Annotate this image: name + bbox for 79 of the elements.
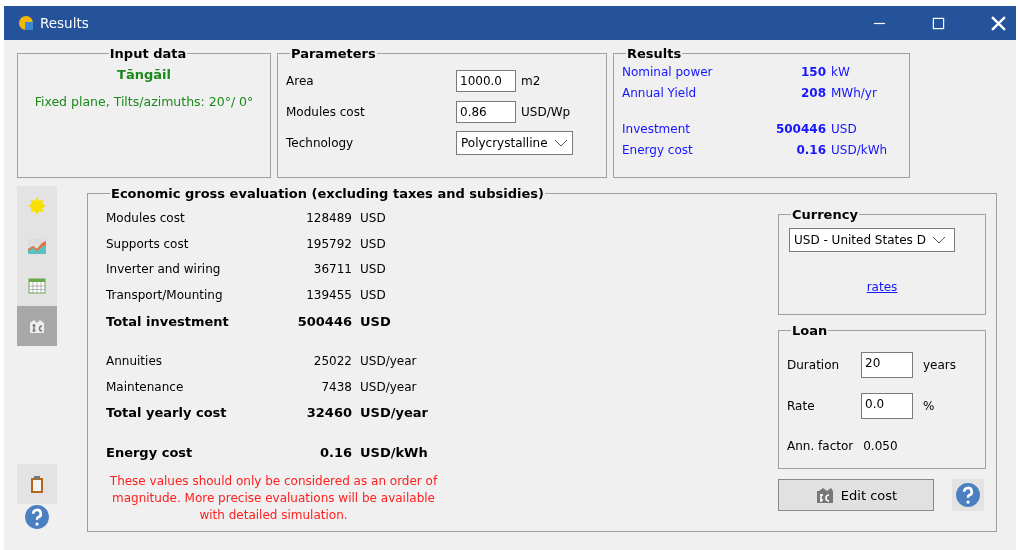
close-icon[interactable]: [991, 15, 1006, 31]
warning-text: These values should only be considered as an order of magnitude. More precise evaluations will be available with detailed simulation.: [108, 473, 439, 525]
result-value: 0.16: [795, 142, 826, 157]
chart-icon: [27, 236, 47, 256]
sun-icon: [27, 196, 47, 216]
cost-unit: USD/year: [360, 404, 428, 420]
cost-value: 500446: [296, 313, 352, 329]
cost-label: Total investment: [106, 313, 230, 329]
cost-value: 36711: [312, 262, 352, 277]
group-title: Results: [626, 46, 683, 61]
factor-label: Ann. factor: [787, 439, 854, 453]
result-value: 500446: [774, 121, 826, 136]
input-field[interactable]: 0.0: [861, 392, 913, 419]
input-field[interactable]: 20: [861, 351, 913, 378]
cost-unit: USD: [360, 210, 386, 225]
cost-value: 128489: [305, 210, 352, 225]
field-label: Rate: [787, 398, 816, 413]
result-value: 208: [799, 85, 826, 100]
edit-cost-button[interactable]: Edit cost: [778, 479, 934, 511]
field-label: Area: [286, 73, 315, 88]
result-unit: MWh/yr: [831, 85, 877, 100]
result-label: Nominal power: [622, 64, 714, 79]
unit-label: m2: [521, 73, 541, 88]
orientation-text: Fixed plane, Tilts/azimuths: 20°/ 0°: [33, 94, 255, 109]
result-unit: kW: [831, 64, 850, 79]
input-field[interactable]: 0.86: [456, 100, 516, 123]
cost-label: Maintenance: [106, 379, 185, 394]
unit-label: %: [923, 398, 935, 413]
result-value: 150: [799, 64, 826, 79]
cost-label: Energy cost: [106, 444, 194, 460]
cost-label: Inverter and wiring: [106, 262, 222, 277]
field-label: Modules cost: [286, 104, 366, 119]
cost-label: Transport/Mounting: [106, 288, 224, 303]
result-label: Energy cost: [622, 142, 694, 157]
currency-dropdown[interactable]: USD - United States D: [789, 228, 955, 252]
cost-unit: USD/kWh: [360, 444, 428, 460]
unit-label: USD/Wp: [521, 104, 571, 119]
factor-value: 0.050: [863, 439, 898, 453]
group-title: Input data: [108, 46, 188, 61]
cost-value: 0.16: [318, 444, 352, 460]
cost-value: 139455: [305, 288, 352, 303]
dropdown[interactable]: Polycrystalline: [456, 130, 573, 155]
cost-label: Total yearly cost: [106, 404, 228, 420]
field-label: Technology: [286, 135, 355, 150]
chevron-icon: [553, 138, 568, 147]
table-icon: [27, 276, 47, 296]
window-title: Results: [40, 15, 89, 31]
result-label: Investment: [622, 121, 691, 136]
cost-label: Annuities: [106, 353, 164, 368]
cost-unit: USD: [360, 313, 391, 329]
result-label: Annual Yield: [622, 85, 698, 100]
chevron-icon: [931, 236, 946, 244]
cost-unit: USD/year: [360, 379, 417, 394]
input-field[interactable]: 1000.0: [456, 69, 516, 92]
field-label: Duration: [787, 357, 841, 372]
cost-unit: USD: [360, 288, 386, 303]
cost-unit: USD: [360, 262, 386, 277]
maximize-icon[interactable]: [932, 16, 945, 30]
cost-value: 25022: [312, 353, 352, 368]
group-title: Economic gross evaluation (excluding taxes and subsidies): [110, 186, 545, 201]
group-title: Parameters: [290, 46, 377, 61]
sidebar-tab[interactable]: [17, 266, 57, 306]
result-unit: USD: [831, 121, 857, 136]
site-name: Tāngāil: [116, 67, 172, 82]
help-icon[interactable]: [24, 504, 50, 530]
unit-label: years: [923, 357, 957, 372]
cost-unit: USD: [360, 236, 386, 251]
cost-value: 195792: [305, 236, 352, 251]
cost-value: 7438: [320, 379, 352, 394]
rates-link[interactable]: rates: [866, 280, 898, 294]
cost-unit: USD/year: [360, 353, 417, 368]
group-title: Loan: [791, 323, 829, 338]
cost-value: 32460: [305, 404, 352, 420]
app-icon: [18, 15, 34, 31]
result-unit: USD/kWh: [831, 142, 888, 157]
help-icon[interactable]: [955, 482, 981, 508]
cost-label: Supports cost: [106, 236, 190, 251]
group-title: Currency: [791, 207, 859, 222]
cost-label: Modules cost: [106, 210, 186, 225]
